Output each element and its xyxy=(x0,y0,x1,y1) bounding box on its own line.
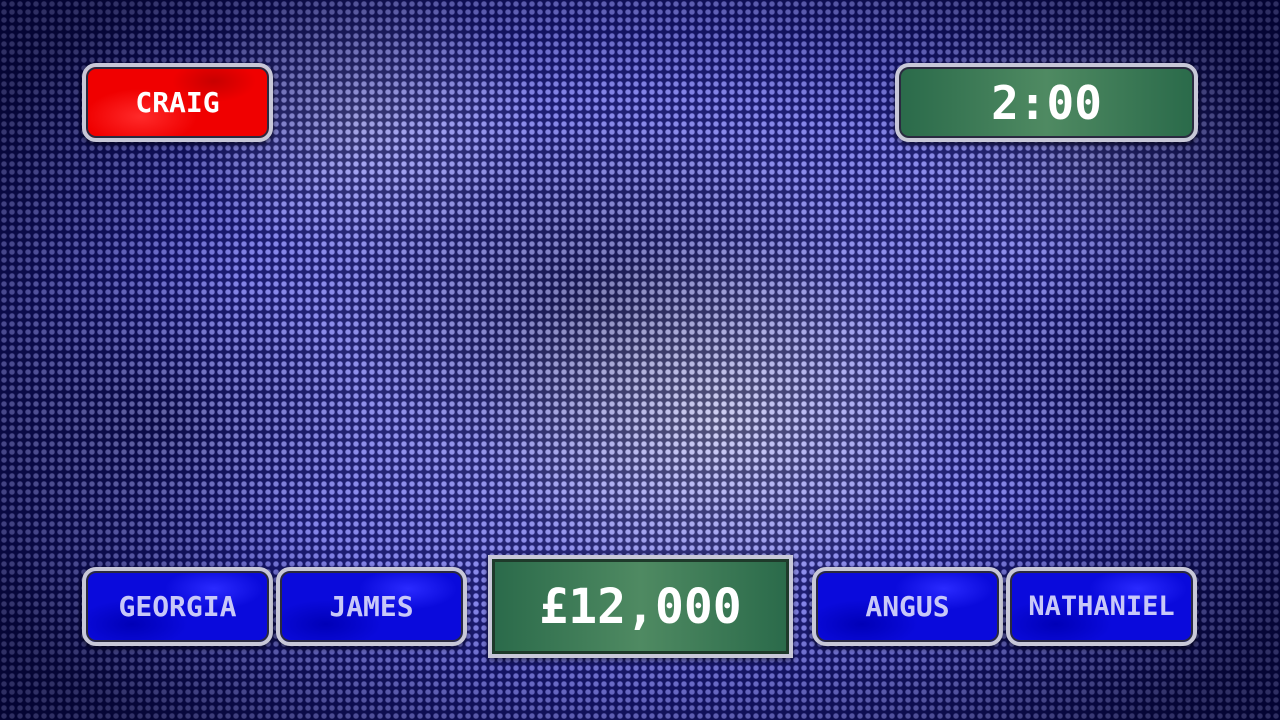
prize-panel: £12,000 xyxy=(488,555,793,658)
timer-value: 2:00 xyxy=(991,75,1102,130)
player-name: JAMES xyxy=(329,590,414,623)
player-panel-nathaniel: NATHANIEL xyxy=(1006,567,1197,646)
player-name: GEORGIA xyxy=(118,590,237,623)
player-panel-james: JAMES xyxy=(276,567,467,646)
player-panel-georgia: GEORGIA xyxy=(82,567,273,646)
timer-panel: 2:00 xyxy=(895,63,1198,142)
active-player-name: CRAIG xyxy=(135,86,220,119)
player-name: NATHANIEL xyxy=(1028,591,1175,622)
player-name: ANGUS xyxy=(865,590,950,623)
game-board: CRAIG 2:00 GEORGIA JAMES £12,000 ANGUS N… xyxy=(0,0,1280,720)
prize-amount: £12,000 xyxy=(539,578,742,635)
player-panel-angus: ANGUS xyxy=(812,567,1003,646)
active-player-panel: CRAIG xyxy=(82,63,273,142)
